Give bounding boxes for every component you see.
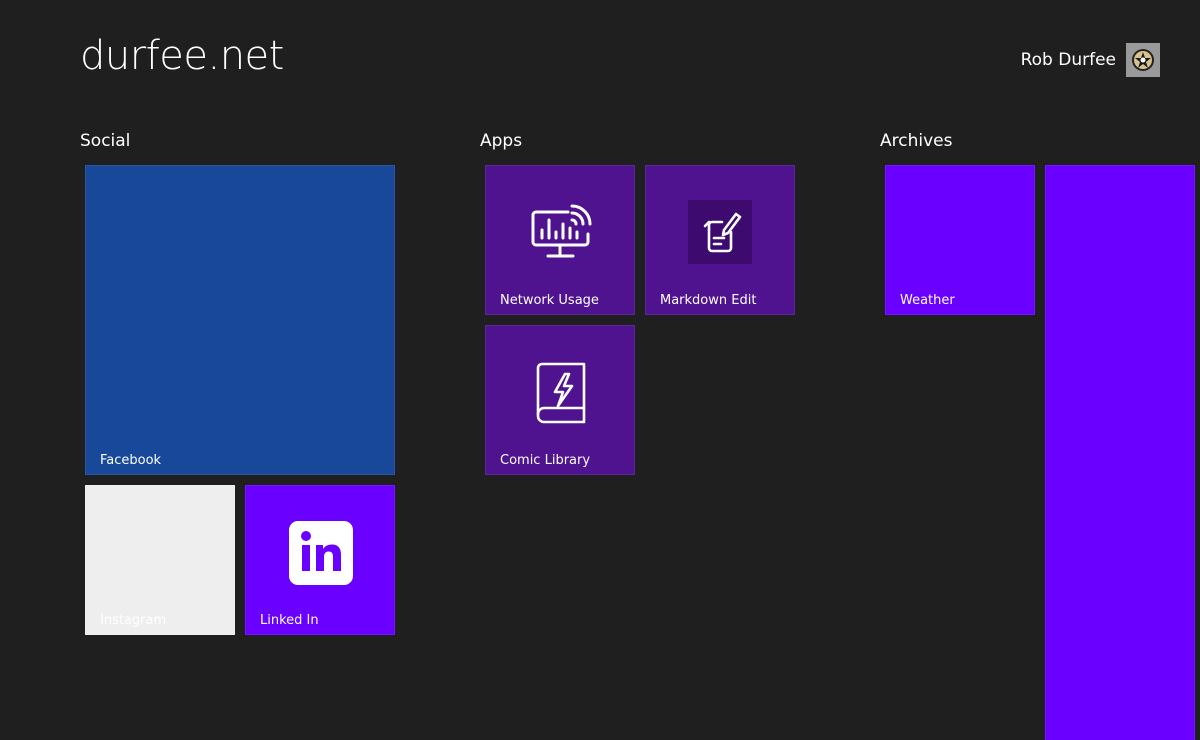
comic-book-icon — [536, 362, 586, 424]
group-title-apps: Apps — [480, 131, 523, 151]
site-title: durfee.net — [80, 33, 284, 79]
tile-linkedin[interactable]: Linked In — [245, 485, 395, 635]
avatar-icon — [1132, 49, 1154, 71]
group-title-archives: Archives — [880, 131, 953, 151]
tile-label: Markdown Edit — [660, 293, 757, 308]
tile-label: Network Usage — [500, 293, 599, 308]
tile-label: Linked In — [260, 613, 319, 628]
user-name[interactable]: Rob Durfee — [1021, 50, 1116, 70]
tile-label: Facebook — [100, 453, 162, 468]
tile-instagram[interactable]: Instagram — [85, 485, 235, 635]
tile-network-usage[interactable]: Network Usage — [485, 165, 635, 315]
linkedin-icon — [289, 521, 353, 585]
tile-archive-tall[interactable] — [1045, 165, 1195, 740]
network-monitor-icon — [531, 204, 592, 258]
group-title-social: Social — [80, 131, 131, 151]
tile-facebook[interactable]: Facebook — [85, 165, 395, 475]
tile-comic-library[interactable]: Comic Library — [485, 325, 635, 475]
avatar[interactable] — [1126, 43, 1160, 77]
tile-label: Instagram — [100, 613, 167, 628]
markdown-edit-icon — [688, 200, 752, 264]
tile-label: Weather — [900, 293, 955, 308]
tile-label: Comic Library — [500, 453, 591, 468]
user-account[interactable]: Rob Durfee — [1021, 43, 1160, 77]
start-screen: durfee.net Rob Durfee Social Facebook In… — [0, 0, 1200, 740]
tile-weather[interactable]: Weather — [885, 165, 1035, 315]
tile-markdown-edit[interactable]: Markdown Edit — [645, 165, 795, 315]
